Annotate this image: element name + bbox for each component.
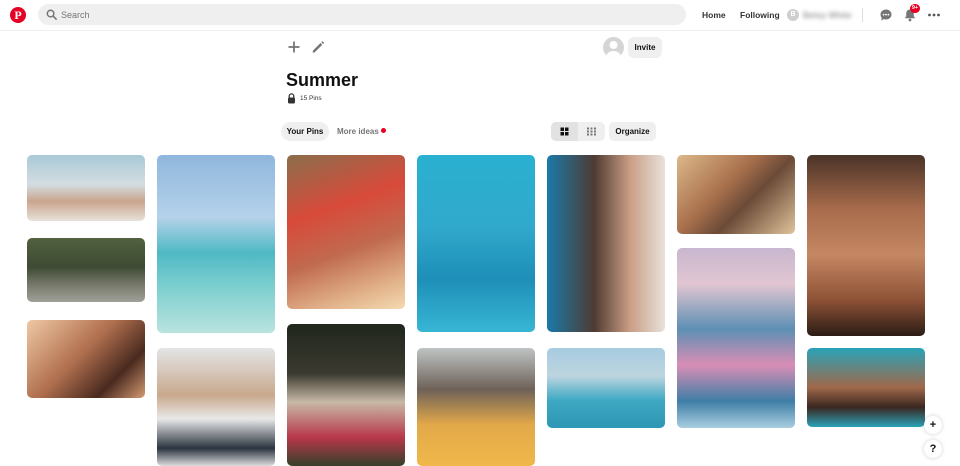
pin-count: 15 Pins — [300, 95, 322, 102]
plus-icon[interactable] — [287, 40, 301, 54]
lock-icon — [288, 93, 295, 104]
layout-toggle — [551, 122, 605, 141]
top-bar: P Home Following B Betsy White 9+ — [0, 0, 960, 31]
grid-large-icon — [560, 127, 569, 136]
pin-image — [27, 155, 145, 221]
pin-card[interactable] — [547, 155, 665, 332]
compact-layout-button[interactable] — [578, 122, 605, 141]
pin-card[interactable] — [287, 155, 405, 309]
pencil-icon[interactable] — [311, 40, 325, 54]
pin-image — [547, 348, 665, 428]
pin-card[interactable] — [157, 155, 275, 333]
organize-button[interactable]: Organize — [609, 122, 656, 141]
pin-card[interactable] — [27, 238, 145, 302]
search-input[interactable] — [61, 7, 661, 22]
pin-card[interactable] — [287, 324, 405, 466]
pin-card[interactable] — [677, 155, 795, 234]
nav-following[interactable]: Following — [740, 10, 780, 20]
pin-card[interactable] — [807, 348, 925, 427]
pinterest-logo[interactable]: P — [10, 7, 26, 23]
avatar[interactable]: B — [787, 9, 799, 21]
board-title: Summer — [286, 70, 359, 90]
pin-card[interactable] — [807, 155, 925, 336]
username[interactable]: Betsy White — [803, 10, 852, 20]
pin-image — [417, 155, 535, 332]
pin-card[interactable] — [417, 348, 535, 466]
pin-card[interactable] — [677, 248, 795, 428]
pin-image — [807, 155, 925, 336]
pin-card[interactable] — [27, 320, 145, 398]
tab-your-pins[interactable]: Your Pins — [281, 122, 329, 141]
chat-icon[interactable] — [879, 8, 893, 22]
pin-image — [27, 320, 145, 398]
notification-badge: 9+ — [910, 4, 920, 13]
pin-image — [157, 348, 275, 466]
pin-card[interactable] — [157, 348, 275, 466]
search-icon — [46, 9, 57, 20]
user-icon — [606, 41, 621, 58]
invite-button[interactable]: Invite — [628, 37, 662, 58]
collaborator-avatar[interactable] — [603, 37, 624, 58]
pin-card[interactable] — [417, 155, 535, 332]
pin-image — [287, 324, 405, 466]
add-fab-button[interactable]: + — [924, 416, 942, 434]
pin-image — [287, 155, 405, 309]
nav-home[interactable]: Home — [702, 10, 726, 20]
pin-card[interactable] — [547, 348, 665, 428]
pin-image — [157, 155, 275, 333]
header-divider — [862, 8, 863, 22]
search-bar[interactable] — [38, 4, 686, 25]
help-button[interactable]: ? — [924, 440, 942, 458]
pin-card[interactable] — [27, 155, 145, 221]
default-layout-button[interactable] — [551, 122, 578, 141]
tab-more-ideas[interactable]: More ideas — [337, 127, 379, 136]
pin-image — [807, 348, 925, 427]
pin-image — [677, 248, 795, 428]
pin-image — [677, 155, 795, 234]
new-ideas-dot — [381, 128, 386, 133]
pin-image — [547, 155, 665, 332]
pin-image — [417, 348, 535, 466]
more-icon[interactable] — [927, 8, 941, 22]
grid-small-icon — [587, 127, 596, 136]
pin-image — [27, 238, 145, 302]
